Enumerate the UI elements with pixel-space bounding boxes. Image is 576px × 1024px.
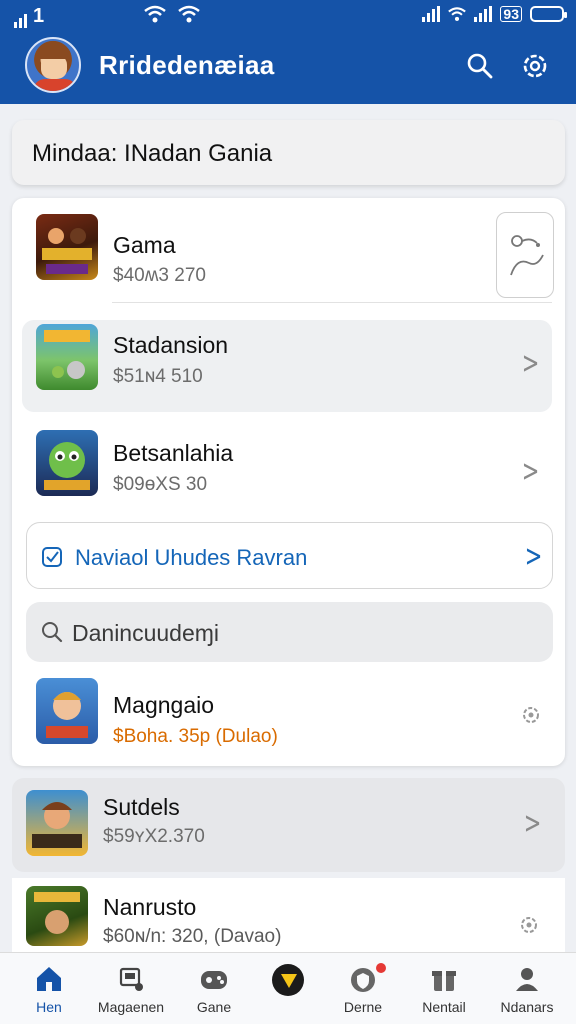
divider [112,302,552,303]
notice-label: Naviaol Uhudes Ravran [75,545,308,570]
status-bar: 1 93 [0,0,576,34]
search-icon [467,53,493,79]
list-item[interactable]: Magngaio $Boha. 35p (Dulao) [22,670,552,762]
list-item[interactable]: Gama $40ʍ3 270 [22,206,552,298]
route-button[interactable] [496,212,554,298]
status-time: 1 [33,5,46,27]
shield-icon [351,968,375,992]
gamepad-icon [201,971,227,989]
battery-icon [530,6,567,22]
chevron-right-icon: > [523,806,542,841]
item-title: Gama [113,232,176,258]
item-price: $59ʏX2.370 [103,826,205,847]
battery-label: 93 [500,6,522,22]
tab-home[interactable]: Hen [8,953,90,1024]
wifi-icon [144,5,166,23]
game-thumbnail [26,790,88,856]
item-title: Sutdels [103,794,180,820]
bottom-nav: Hen Magaenen Gane Derne Nentail Ndanars [0,952,576,1024]
signal-icon [14,12,27,28]
chevron-right-icon: > [521,454,540,489]
play-icon [272,964,304,996]
wifi-icon [448,7,467,21]
tab-label: Gane [196,999,232,1015]
list-item[interactable]: Nanrusto $60ɴ/n: 320, (Davao) [12,878,565,952]
item-price: $Boha. 35p (Dulao) [113,726,278,747]
item-title: Betsanlahia [113,440,234,466]
destination-card[interactable]: Mindaa: INadan Gania [12,120,565,185]
item-title: Magngaio [113,692,215,718]
game-thumbnail [36,324,98,390]
item-price: $40ʍ3 270 [113,265,206,286]
tab-label: Hen [36,999,62,1015]
signal-icon [422,6,441,22]
profile-icon [516,968,538,991]
tab-cart[interactable]: Magaenen [90,953,172,1024]
list-item[interactable]: Stadansion $51ɴ4 510 > [22,320,552,412]
settings-button[interactable] [519,50,551,82]
notification-dot [376,963,386,973]
status-left: 1 [14,5,45,28]
cart-icon [119,967,143,991]
item-title: Nanrusto [103,894,197,920]
tab-games[interactable]: Gane [173,953,255,1024]
route-icon [510,235,544,276]
tab-play[interactable] [247,953,329,1024]
item-title: Stadansion [113,332,229,358]
chevron-right-icon: > [521,346,540,381]
list-item[interactable]: Betsanlahia $09ɵXS 30 > [22,420,552,512]
game-thumbnail [26,886,88,946]
game-thumbnail [36,214,98,280]
signal-icon [474,6,493,22]
tab-gifts[interactable]: Nentail [403,953,485,1024]
search-button[interactable] [464,50,496,82]
status-wifi-group [144,5,200,23]
game-list-card: Gama $40ʍ3 270 Stadansion $51ɴ4 510 > Be… [12,198,565,766]
search-icon [42,622,63,643]
home-icon [37,967,61,991]
notice-row[interactable]: Naviaol Uhudes Ravran > [26,522,553,589]
search-placeholder: Danincuudeɱi [72,620,220,646]
item-price: $51ɴ4 510 [113,366,203,387]
game-thumbnail [36,678,98,744]
item-price: $60ɴ/n: 320, (Davao) [103,926,282,947]
list-item[interactable]: Sutdels $59ʏX2.370 > [12,778,565,872]
check-square-icon [42,547,62,567]
wifi-icon [178,5,200,23]
gear-icon[interactable] [520,704,542,726]
chevron-right-icon: > [524,539,543,574]
destination-label: Mindaa: INadan Gania [32,140,273,167]
tab-shield[interactable]: Derne [322,953,404,1024]
tab-label: Derne [343,999,383,1015]
tab-label: Nentail [422,999,466,1015]
tab-label: Ndanars [500,999,554,1015]
tab-profile[interactable]: Ndanars [486,953,568,1024]
tab-label: Magaenen [97,999,165,1015]
gear-icon[interactable] [518,914,540,936]
gear-icon [523,54,547,78]
search-input[interactable]: Danincuudeɱi [26,602,553,662]
avatar[interactable] [25,37,81,93]
status-right: 93 [422,6,567,22]
game-thumbnail [36,430,98,496]
gift-icon [432,971,456,991]
app-title: Rridedenæiaa [99,50,275,80]
item-price: $09ɵXS 30 [113,474,208,495]
app-bar: Rridedenæiaa [0,34,576,104]
